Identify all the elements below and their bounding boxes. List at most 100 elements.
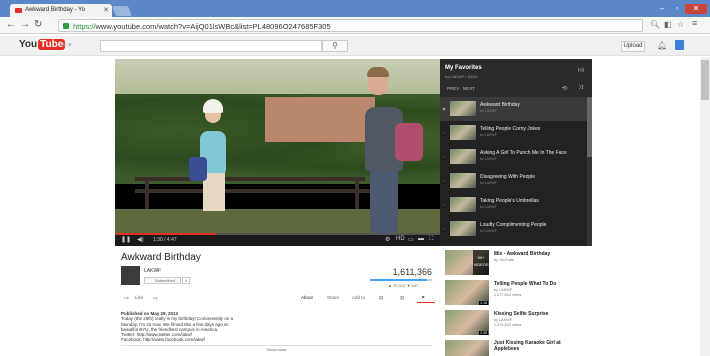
related-title: Just Kissing Karaoke Girl at Applebees: [494, 340, 561, 352]
related-author: by LAKWF: [494, 318, 513, 322]
playlist-item[interactable]: › Telling People Corny Jokes by LAKWF: [440, 121, 587, 145]
playlist-item[interactable]: › Taking People's Umbrellas by LAKWF: [440, 193, 587, 217]
translate-icon[interactable]: ◧: [664, 20, 672, 29]
related-video[interactable]: Telling People What To Do by LAKWF 1,077…: [445, 280, 585, 307]
related-title: Mix - Awkward Birthday: [494, 251, 551, 257]
url-text: www.youtube.com/watch?v=AijQ01lsWBc&list…: [95, 22, 331, 31]
search-icon: ⚲: [332, 41, 338, 50]
playlist-meta: by LAKWF • 52/51: [445, 74, 478, 79]
playlist-header: My Favorites by LAKWF • 52/51 PREV NEXT …: [440, 59, 592, 97]
guide-menu-icon[interactable]: ≡ ▾: [62, 41, 72, 49]
playlist-item-title: Awkward Birthday: [480, 102, 520, 108]
playlist-scrollbar[interactable]: [587, 97, 592, 246]
player-controls: ❚❚ ◀) 1:30 / 4:47 ⚙ HD ▭ ▬ ⛶: [115, 235, 440, 246]
search-button[interactable]: ⚲: [322, 40, 348, 52]
tab-about[interactable]: About: [301, 295, 313, 300]
playlist-panel: My Favorites by LAKWF • 52/51 PREV NEXT …: [440, 59, 592, 246]
transcript-icon[interactable]: ▤: [379, 295, 383, 301]
related-thumbnail: [445, 340, 489, 356]
playlist-item-title: Disagreeing With People: [480, 174, 536, 180]
flag-icon[interactable]: ⚑: [421, 295, 425, 301]
miniplayer-icon[interactable]: ▭: [408, 236, 414, 243]
related-video[interactable]: Kissing Selfie Surprise by LAKWF 1,974,8…: [445, 310, 585, 337]
playlist-item[interactable]: › Asking A Girl To Punch Me In The Face …: [440, 145, 587, 169]
upload-button[interactable]: Upload: [621, 41, 645, 52]
volume-icon[interactable]: ◀): [137, 236, 144, 243]
close-tab-icon[interactable]: ✕: [103, 6, 109, 14]
like-button-label[interactable]: Like: [135, 295, 143, 300]
maximize-icon[interactable]: ▫: [670, 4, 684, 14]
playlist-thumbnail: [450, 125, 476, 140]
back-icon[interactable]: ←: [6, 19, 16, 31]
notifications-bell-icon[interactable]: 🔔︎: [657, 41, 667, 50]
close-window-icon[interactable]: ✕: [685, 4, 707, 14]
playlist-item[interactable]: ▶ Awkward Birthday by LAKWF: [440, 97, 587, 121]
forward-icon[interactable]: →: [20, 19, 30, 31]
loop-icon[interactable]: ⟲: [562, 85, 567, 92]
duration-badge: 2:15: [479, 301, 488, 305]
thumbs-down-icon[interactable]: 👎︎: [153, 295, 158, 301]
playlist-item-author: by LAKWF: [480, 109, 497, 113]
search-input[interactable]: [100, 40, 322, 52]
playlist-item-title: Asking A Girl To Punch Me In The Face: [480, 150, 567, 156]
fullscreen-icon[interactable]: ⛶: [429, 236, 433, 243]
playlist-item-author: by LAKWF: [480, 133, 497, 137]
backpack: [395, 123, 423, 161]
zoom-icon[interactable]: 🔍︎: [650, 20, 660, 29]
gear-icon[interactable]: ⚙: [385, 236, 390, 243]
active-tab-indicator: [417, 302, 435, 303]
address-bar[interactable]: https://www.youtube.com/watch?v=AijQ01ls…: [58, 19, 643, 32]
playlist-item[interactable]: › Disagreeing With People by LAKWF: [440, 169, 587, 193]
account-avatar[interactable]: [675, 40, 684, 50]
channel-name[interactable]: LAKWF: [144, 268, 161, 274]
video-player[interactable]: ❚❚ ◀) 1:30 / 4:47 ⚙ HD ▭ ▬ ⛶: [115, 59, 440, 246]
minimize-icon[interactable]: –: [655, 4, 669, 14]
related-title: Telling People What To Do: [494, 281, 557, 287]
playlist-thumbnail: [450, 101, 476, 116]
playlist-item-author: by LAKWF: [480, 157, 497, 161]
theater-icon[interactable]: ▬: [418, 236, 424, 242]
bookmark-star-icon[interactable]: ☆: [677, 20, 684, 29]
channel-avatar[interactable]: [121, 266, 140, 285]
shuffle-icon[interactable]: ⤨: [578, 85, 583, 92]
playlist-item[interactable]: › Loudly Complimenting People by LAKWF: [440, 217, 587, 241]
related-title: Kissing Selfie Surprise: [494, 311, 549, 317]
menu-icon[interactable]: ≡: [692, 18, 697, 28]
now-playing-icon: ▶: [443, 106, 447, 111]
quality-icon[interactable]: HD: [396, 236, 405, 242]
stats-icon[interactable]: ▥: [400, 295, 404, 301]
thumbs-up-icon[interactable]: 👍︎: [124, 295, 129, 301]
like-playlist-icon[interactable]: 👍︎: [578, 66, 584, 74]
tab-title: Awkward Birthday - Yo: [25, 7, 85, 13]
page-scrollbar[interactable]: [700, 57, 710, 356]
dislike-count: ▼ 547: [406, 283, 419, 288]
facebook-link[interactable]: Facebook: http://www.facebook.com/lakwf: [121, 337, 361, 342]
pause-icon[interactable]: ❚❚: [121, 236, 131, 243]
youtube-favicon-icon: [15, 8, 22, 13]
subscriber-count: 0: [182, 277, 190, 284]
playlist-item-title: Loudly Complimenting People: [480, 222, 547, 228]
like-dislike-counts: ▲ 20,312 ▼ 547: [388, 283, 418, 288]
divider: [121, 345, 432, 346]
url-scheme: https://: [73, 22, 96, 31]
playlist-title[interactable]: My Favorites: [445, 65, 482, 71]
playlist-next-button[interactable]: NEXT: [463, 86, 475, 91]
youtube-logo[interactable]: You Tube: [19, 39, 66, 50]
playlist-prev-button[interactable]: PREV: [447, 86, 459, 91]
playlist-item-author: by LAKWF: [480, 229, 497, 233]
new-tab-button[interactable]: [112, 6, 132, 16]
tab-share[interactable]: Share: [327, 295, 339, 300]
related-video[interactable]: Just Kissing Karaoke Girl at Applebees: [445, 340, 585, 356]
show-more-button[interactable]: Show more: [121, 347, 432, 352]
related-video[interactable]: 50+ VIDEOS Mix - Awkward Birthday by You…: [445, 250, 585, 277]
related-author: by LAKWF: [494, 288, 513, 292]
bench: [135, 159, 385, 209]
reload-icon[interactable]: ↻: [34, 19, 42, 31]
tab-add-to[interactable]: Add to: [352, 295, 365, 300]
like-count: ▲ 20,312: [388, 283, 406, 288]
subscribe-button[interactable]: Subscribed: [144, 277, 181, 284]
browser-tab[interactable]: Awkward Birthday - Yo ✕: [10, 4, 112, 17]
navigation-bar: ← → ↻ https://www.youtube.com/watch?v=Ai…: [0, 17, 710, 34]
browser-chrome: Awkward Birthday - Yo ✕ – ▫ ✕ ← → ↻ http…: [0, 0, 710, 34]
action-bar: 👍︎ Like 👎︎ About Share Add to ▤ ▥ ⚑: [121, 293, 435, 305]
